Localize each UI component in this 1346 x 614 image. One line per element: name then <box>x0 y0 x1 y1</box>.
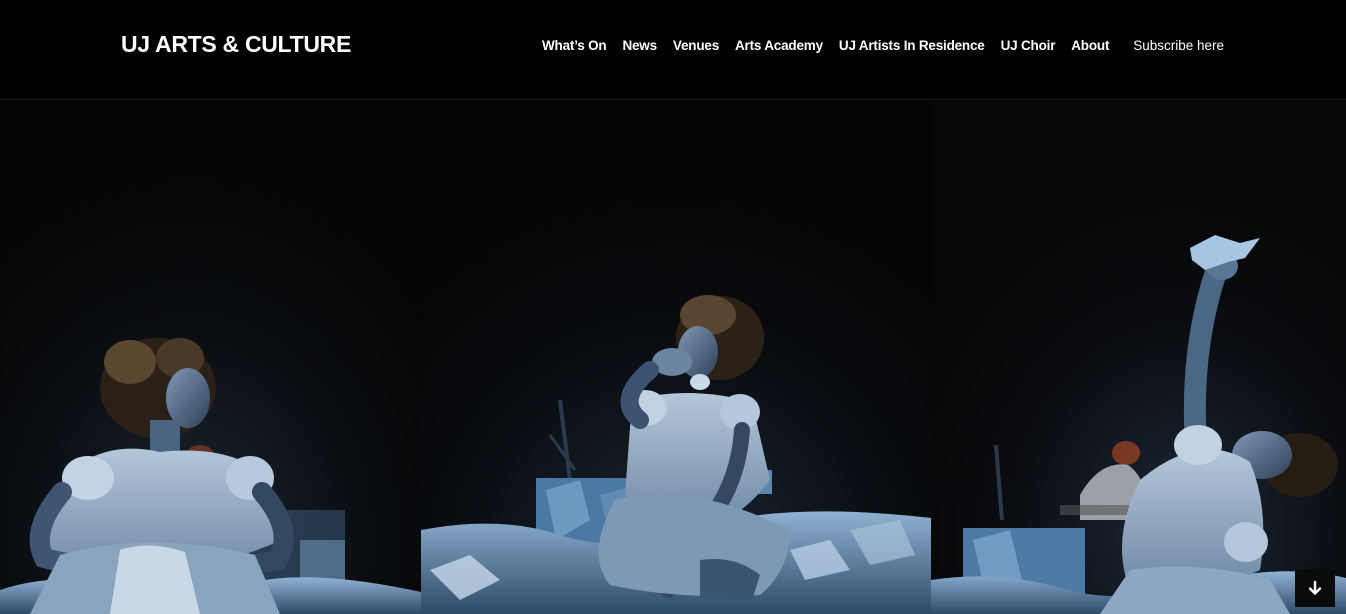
scroll-down-button[interactable] <box>1295 569 1335 607</box>
nav-item-about[interactable]: About <box>1071 38 1109 53</box>
nav-item-whats-on[interactable]: What’s On <box>542 38 607 53</box>
nav-item-arts-academy[interactable]: Arts Academy <box>735 38 823 53</box>
nav-item-news[interactable]: News <box>622 38 657 53</box>
subscribe-link[interactable]: Subscribe here <box>1133 38 1224 53</box>
hero-image <box>0 100 1346 614</box>
site-logo[interactable]: UJ ARTS & CULTURE <box>121 31 351 58</box>
arrow-down-icon <box>1308 580 1322 595</box>
site-header: UJ ARTS & CULTURE What’s On News Venues … <box>0 0 1346 100</box>
nav-item-venues[interactable]: Venues <box>673 38 719 53</box>
nav-item-uj-artists-in-residence[interactable]: UJ Artists In Residence <box>839 38 985 53</box>
main-nav: What’s On News Venues Arts Academy UJ Ar… <box>542 38 1224 53</box>
hero-section <box>0 100 1346 614</box>
nav-item-uj-choir[interactable]: UJ Choir <box>1001 38 1056 53</box>
page: UJ ARTS & CULTURE What’s On News Venues … <box>0 0 1346 614</box>
